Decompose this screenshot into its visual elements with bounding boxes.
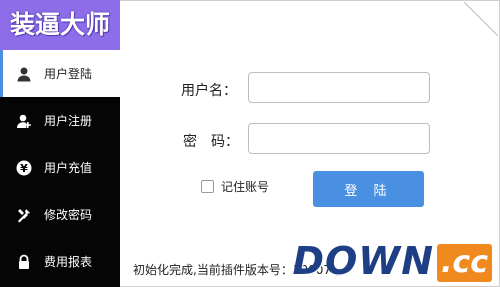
sidebar-item-register[interactable]: 用户注册 bbox=[0, 97, 120, 144]
sidebar-item-change-password[interactable]: 修改密码 bbox=[0, 191, 120, 238]
add-user-icon bbox=[16, 113, 32, 129]
watermark-logo: DOWN .cc bbox=[292, 238, 492, 282]
sidebar-item-recharge[interactable]: ¥ 用户充值 bbox=[0, 144, 120, 191]
remember-checkbox[interactable] bbox=[201, 180, 214, 193]
password-label: 密 码： bbox=[183, 134, 239, 150]
watermark-main: DOWN bbox=[292, 239, 435, 283]
username-label: 用户名： bbox=[181, 83, 237, 99]
username-input[interactable] bbox=[248, 72, 430, 103]
sidebar-item-label: 修改密码 bbox=[44, 208, 93, 222]
sidebar-item-label: 用户登陆 bbox=[44, 67, 93, 81]
login-button[interactable]: 登 陆 bbox=[313, 171, 424, 207]
password-input[interactable] bbox=[248, 123, 430, 154]
sidebar-item-label: 用户注册 bbox=[44, 114, 93, 128]
remember-label: 记住账号 bbox=[221, 180, 270, 194]
sidebar-item-report[interactable]: 费用报表 bbox=[0, 238, 120, 285]
watermark-suffix: .cc bbox=[437, 244, 492, 282]
sidebar: 装逼大师 用户登陆 用户注册 ¥ 用户充值 修改密码 费用报表 bbox=[0, 0, 120, 287]
corner-fold-icon bbox=[464, 2, 498, 36]
sidebar-item-label: 费用报表 bbox=[44, 255, 93, 269]
lock-icon bbox=[16, 254, 32, 270]
sidebar-item-label: 用户充值 bbox=[44, 161, 93, 175]
yen-icon: ¥ bbox=[16, 160, 32, 176]
tools-icon bbox=[16, 207, 32, 223]
svg-text:¥: ¥ bbox=[20, 162, 28, 175]
app-logo: 装逼大师 bbox=[0, 0, 120, 50]
user-icon bbox=[16, 66, 32, 82]
sidebar-item-login[interactable]: 用户登陆 bbox=[0, 50, 120, 97]
